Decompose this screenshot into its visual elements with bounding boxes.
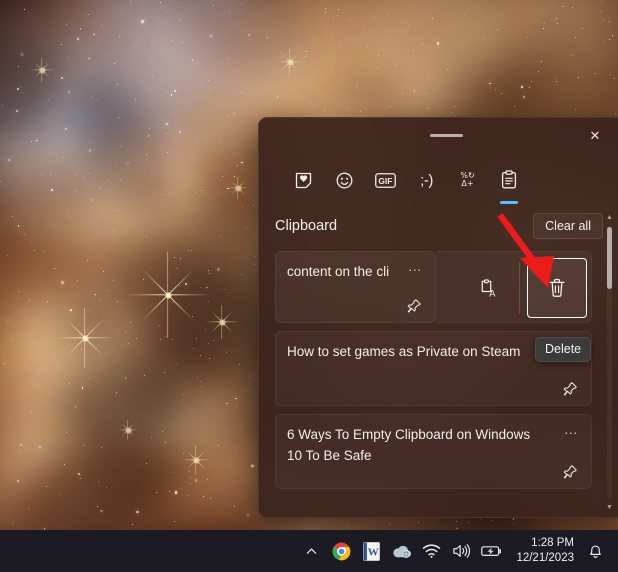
item-overflow-menu-button[interactable]: … <box>408 258 423 274</box>
kaomoji-icon: ;-) <box>420 172 433 189</box>
clipboard-item-list[interactable]: content on the cli … A <box>259 251 604 516</box>
clipboard-icon <box>500 170 518 190</box>
tab-recently-used[interactable] <box>283 163 324 197</box>
taskbar-clock[interactable]: 1:28 PM 12/21/2023 <box>506 536 582 566</box>
panel-tabstrip: GIF ;-) %↻Δ+ <box>259 163 618 205</box>
action-divider <box>519 262 520 314</box>
pin-icon[interactable] <box>559 460 581 482</box>
scroll-down-arrow-icon[interactable]: ▼ <box>603 501 616 514</box>
clipboard-item-actions: A <box>436 251 592 323</box>
svg-text:W: W <box>368 546 379 558</box>
tab-selected-indicator <box>500 201 518 204</box>
show-hidden-icons-chevron-icon[interactable] <box>297 534 325 568</box>
onedrive-cloud-icon <box>391 544 412 559</box>
desktop-screen: ✕ GIF <box>0 0 618 572</box>
list-item-text: How to set games as Private on Steam <box>287 341 537 362</box>
onedrive-icon[interactable] <box>387 534 415 568</box>
svg-text:GIF: GIF <box>378 176 392 186</box>
microsoft-word-icon[interactable]: W <box>357 534 385 568</box>
list-item-text: 6 Ways To Empty Clipboard on Windows 10 … <box>287 424 537 466</box>
delete-tooltip: Delete <box>535 337 591 362</box>
bell-glyph-icon <box>588 543 603 559</box>
delete-button[interactable] <box>527 258 587 318</box>
speaker-glyph-icon <box>452 543 471 559</box>
paste-as-text-icon: A <box>479 278 498 299</box>
word-glyph-icon: W <box>363 542 380 561</box>
pin-glyph-icon <box>407 298 422 313</box>
pin-glyph-icon <box>563 381 578 396</box>
pin-icon[interactable] <box>559 377 581 399</box>
system-tray: W <box>296 530 506 572</box>
tab-gif[interactable]: GIF <box>365 163 406 197</box>
pin-glyph-icon <box>563 464 578 479</box>
notifications-bell-icon[interactable] <box>582 534 608 568</box>
clipboard-history-panel: ✕ GIF <box>258 117 618 518</box>
google-chrome-icon[interactable] <box>327 534 355 568</box>
item-overflow-menu-button[interactable]: … <box>564 421 579 437</box>
wifi-glyph-icon <box>422 543 441 559</box>
tab-emoji[interactable] <box>324 163 365 197</box>
scrollbar-thumb[interactable] <box>607 227 612 289</box>
svg-text:A: A <box>489 288 496 299</box>
panel-drag-handle[interactable] <box>430 134 463 137</box>
trash-delete-icon <box>547 277 567 299</box>
clipboard-section-header: Clipboard Clear all <box>259 213 618 249</box>
tab-clipboard[interactable] <box>488 163 529 197</box>
list-item[interactable]: 6 Ways To Empty Clipboard on Windows 10 … <box>275 414 592 489</box>
chrome-glyph-icon <box>332 542 351 561</box>
windows-taskbar: W <box>0 530 618 572</box>
symbols-icon: %↻Δ+ <box>460 172 474 189</box>
clock-date: 12/21/2023 <box>516 551 574 566</box>
sticker-heart-icon <box>294 171 313 190</box>
emoji-smiley-icon <box>335 171 354 190</box>
tab-kaomoji[interactable]: ;-) <box>406 163 447 197</box>
page-title: Clipboard <box>275 218 337 234</box>
tab-symbols[interactable]: %↻Δ+ <box>447 163 488 197</box>
wifi-icon[interactable] <box>417 534 445 568</box>
battery-charging-glyph-icon <box>481 544 502 558</box>
battery-icon[interactable] <box>477 534 505 568</box>
scroll-up-arrow-icon[interactable]: ▲ <box>603 211 616 224</box>
clock-time: 1:28 PM <box>516 536 574 551</box>
paste-as-text-button[interactable]: A <box>460 260 516 316</box>
panel-scrollbar[interactable]: ▲ ▼ <box>603 211 616 514</box>
volume-icon[interactable] <box>447 534 475 568</box>
clipboard-item-content[interactable]: content on the cli … <box>275 251 436 323</box>
gif-icon: GIF <box>375 173 396 188</box>
list-item[interactable]: content on the cli … A <box>275 251 592 323</box>
pin-icon[interactable] <box>403 294 425 316</box>
close-icon[interactable]: ✕ <box>580 123 610 149</box>
chevron-up-icon <box>305 545 318 558</box>
clear-all-button[interactable]: Clear all <box>533 213 603 239</box>
